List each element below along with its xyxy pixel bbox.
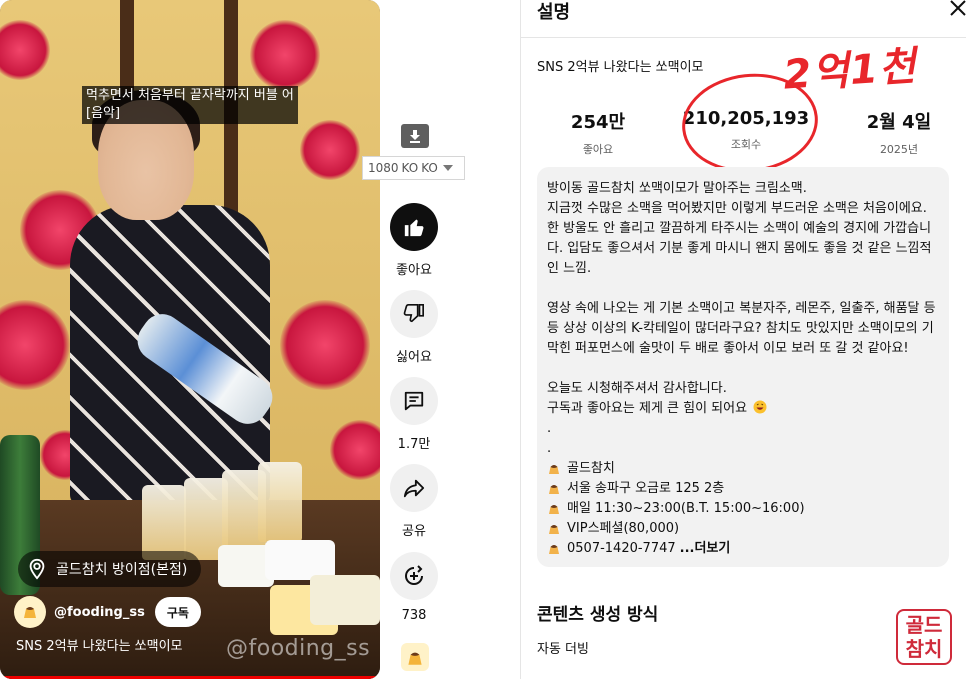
stat-value: 254만 xyxy=(570,112,626,133)
side-dish xyxy=(265,540,335,580)
pudding-icon xyxy=(24,607,36,618)
desc-line: 방이동 골드참치 쏘맥이모가 말아주는 크림소맥. xyxy=(547,181,807,196)
download-button[interactable] xyxy=(401,124,429,148)
info-line: 서울 송파구 오금로 125 2층 xyxy=(547,479,939,499)
channel-name[interactable]: @fooding_ss xyxy=(54,605,145,620)
share-icon xyxy=(403,479,425,498)
info-line: 매일 11:30~23:00(B.T. 15:00~16:00) xyxy=(547,499,939,519)
subtitle-line: 먹추면서 처음부터 끝자락까지 버블 어 xyxy=(86,88,294,103)
content-creation-value: 자동 더빙 xyxy=(537,642,589,657)
quality-value: 1080 xyxy=(368,161,399,175)
content-creation-heading: 콘텐츠 생성 방식 xyxy=(537,605,659,625)
pudding-icon xyxy=(408,652,422,665)
thumb-down-icon xyxy=(403,304,424,323)
channel-watermark: @fooding_ss xyxy=(226,636,371,661)
info-text: 매일 11:30~23:00(B.T. 15:00~16:00) xyxy=(567,501,805,516)
desc-line: 인 느낌. xyxy=(547,261,592,276)
blossom-decoration xyxy=(280,300,370,390)
blossom-decoration xyxy=(300,120,360,180)
info-line: 0507-1420-7747 ...더보기 xyxy=(547,539,939,559)
desc-line: 등 상상 이상의 K-칵테일이 많더라구요? 참치도 맛있지만 소맥이모의 기 xyxy=(547,321,934,336)
dislike-label: 싫어요 xyxy=(396,350,432,365)
desc-line: 막힌 퍼포먼스에 술맛이 두 배로 좋아서 이모 보러 또 갈 것 같아요! xyxy=(547,341,909,356)
info-line: VIP스페셜(80,000) xyxy=(547,519,939,539)
desc-line: 지금껏 수많은 소맥을 먹어봤지만 이렇게 부드러운 소맥은 처음이에요. xyxy=(547,201,927,216)
pudding-icon xyxy=(549,545,559,554)
share-button[interactable]: 공유 xyxy=(388,464,440,539)
comment-icon xyxy=(404,391,424,411)
video-subtitle: 먹추면서 처음부터 끝자락까지 버블 어 [음악] xyxy=(82,86,298,124)
info-line: 골드참치 xyxy=(547,459,939,479)
channel-row: @fooding_ss 구독 xyxy=(14,596,201,628)
pudding-icon xyxy=(549,505,559,514)
brand-seal-stamp: 골드참치 xyxy=(896,609,952,665)
remix-count: 738 xyxy=(401,608,427,623)
info-text: 서울 송파구 오금로 125 2층 xyxy=(567,481,725,496)
download-arrow-icon xyxy=(410,130,420,143)
like-button[interactable]: 좋아요 xyxy=(388,203,440,278)
remix-button[interactable]: 738 xyxy=(388,552,440,623)
stat-value: 2월 4일 xyxy=(866,112,932,133)
show-more-link[interactable]: ...더보기 xyxy=(680,539,731,559)
desc-line: 다. 입담도 좋으셔서 기분 좋게 마시니 왠지 몸에도 좋을 것 같은 느낌적 xyxy=(547,241,932,256)
location-label: 골드참치 방이점(본점) xyxy=(56,562,188,578)
location-chip[interactable]: 골드참치 방이점(본점) xyxy=(18,551,202,587)
desc-line: 오늘도 시청해주셔서 감사합니다. xyxy=(547,381,727,396)
share-circle xyxy=(390,464,438,512)
desc-line: 한 방울도 안 흘리고 깔끔하게 타주시는 소맥이 예술의 경지에 가깝습니 xyxy=(547,221,932,236)
description-video-title: SNS 2억뷰 나왔다는 쏘맥이모 xyxy=(537,60,704,75)
subtitle-language: KO xyxy=(421,161,438,175)
laughing-emoji-icon xyxy=(753,400,767,414)
dislike-button[interactable]: 싫어요 xyxy=(388,290,440,365)
chevron-down-icon xyxy=(442,165,453,171)
desc-line: 구독과 좋아요는 제게 큰 힘이 되어요 xyxy=(547,399,939,419)
pudding-icon xyxy=(549,485,559,494)
subscribe-button[interactable]: 구독 xyxy=(154,597,201,627)
subtitle-line: [음악] xyxy=(86,106,121,121)
dislike-circle xyxy=(390,290,438,338)
description-heading: 설명 xyxy=(537,2,571,23)
desc-text: 구독과 좋아요는 제게 큰 힘이 되어요 xyxy=(547,401,748,416)
beer-glass xyxy=(258,462,302,542)
thumb-up-icon xyxy=(404,219,424,237)
pudding-icon xyxy=(549,525,559,534)
comments-circle xyxy=(390,377,438,425)
comments-count: 1.7만 xyxy=(397,437,431,452)
sound-thumbnail[interactable] xyxy=(401,643,429,671)
like-circle xyxy=(390,203,438,251)
video-title: SNS 2억뷰 나왔다는 쏘맥이모 xyxy=(16,639,183,654)
panel-divider xyxy=(520,0,521,679)
avatar[interactable] xyxy=(14,596,46,628)
info-text: 골드참치 xyxy=(567,461,615,476)
quality-select[interactable]: 1080 KO KO xyxy=(362,156,465,180)
desc-line: 영상 속에 나오는 게 기본 소맥이고 복분자주, 레몬주, 일출주, 해품달 … xyxy=(547,301,936,316)
share-label: 공유 xyxy=(402,524,426,539)
info-text: VIP스페셜(80,000) xyxy=(567,521,680,536)
audio-language: KO xyxy=(401,161,419,175)
seal-text: 골드참치 xyxy=(905,613,943,661)
location-pin-icon xyxy=(29,558,45,580)
desc-line: . xyxy=(547,421,552,436)
comments-button[interactable]: 1.7만 xyxy=(388,377,440,452)
close-icon[interactable] xyxy=(949,0,966,17)
stat-caption: 좋아요 xyxy=(582,143,614,156)
beer-glass xyxy=(142,485,186,560)
info-text: 0507-1420-7747 xyxy=(567,541,676,556)
stat-caption: 2025년 xyxy=(879,143,919,156)
remix-icon xyxy=(405,565,423,585)
blossom-decoration xyxy=(250,20,320,90)
remix-circle xyxy=(390,552,438,600)
like-label: 좋아요 xyxy=(396,263,432,278)
pudding-icon xyxy=(549,465,559,474)
shorts-video-player[interactable]: 먹추면서 처음부터 끝자락까지 버블 어 [음악] 골드참치 방이점(본점) @… xyxy=(0,0,380,679)
stat-likes: 254만 좋아요 xyxy=(528,108,668,157)
desc-line: . xyxy=(547,441,552,456)
description-body[interactable]: 방이동 골드참치 쏘맥이모가 말아주는 크림소맥. 지금껏 수많은 소맥을 먹어… xyxy=(537,167,949,567)
stat-date: 2월 4일 2025년 xyxy=(829,108,966,157)
side-dish xyxy=(310,575,380,625)
